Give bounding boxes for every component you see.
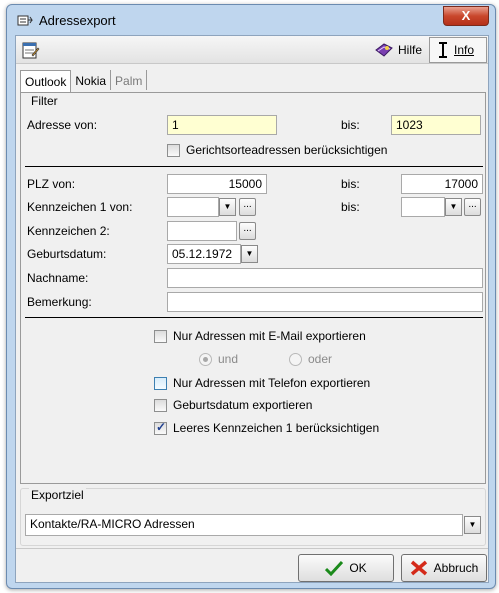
toolbar: Hilfe Info — [16, 36, 488, 64]
kennzeichen2-label: Kennzeichen 2: — [27, 224, 110, 238]
exportziel-select[interactable]: Kontakte/RA-MICRO Adressen — [25, 514, 463, 536]
email-checkbox[interactable] — [154, 329, 167, 343]
und-radio-row[interactable]: und — [199, 352, 238, 366]
ok-button[interactable]: OK — [298, 554, 394, 582]
gericht-label: Gerichtsorteadressen berücksichtigen — [186, 143, 388, 157]
bemerkung-input[interactable] — [167, 292, 483, 312]
telefon-checkbox-row[interactable]: Nur Adressen mit Telefon exportieren — [154, 376, 370, 390]
ok-label: OK — [349, 561, 367, 575]
exportziel-group-label: Exportziel — [29, 488, 86, 502]
email-checkbox-row[interactable]: Nur Adressen mit E-Mail exportieren — [154, 329, 366, 343]
dialog-client: Hilfe Info Outlook Nokia Palm Filter Adr… — [15, 35, 489, 583]
plz-bis-input[interactable]: 17000 — [401, 174, 483, 194]
chevron-down-icon[interactable]: ▼ — [219, 198, 236, 216]
ellipsis-icon[interactable]: ... — [464, 198, 481, 216]
info-button[interactable]: Info — [429, 37, 487, 63]
adresse-bis-input[interactable]: 1023 — [391, 115, 481, 135]
und-radio[interactable] — [199, 352, 212, 366]
divider — [25, 317, 483, 318]
chevron-down-icon[interactable]: ▼ — [241, 245, 258, 263]
kennzeichen1-bis-combo[interactable] — [401, 197, 445, 217]
chevron-down-icon[interactable]: ▼ — [464, 516, 481, 534]
address-export-icon — [17, 15, 33, 26]
abbruch-button[interactable]: Abbruch — [401, 554, 487, 582]
cross-icon — [410, 560, 427, 576]
close-button[interactable]: X — [443, 6, 489, 26]
leeres-kz-label: Leeres Kennzeichen 1 berücksichtigen — [173, 421, 380, 435]
kennzeichen1-von-combo[interactable] — [167, 197, 219, 217]
ellipsis-icon[interactable]: ... — [239, 198, 256, 216]
gericht-checkbox-row[interactable]: Gerichtsorteadressen berücksichtigen — [167, 143, 387, 157]
geburtsdatum-export-checkbox-row[interactable]: Geburtsdatum exportieren — [154, 398, 312, 412]
tab-outlook[interactable]: Outlook — [20, 70, 72, 93]
gericht-checkbox[interactable] — [167, 143, 180, 157]
outlook-panel: Filter Adresse von: 1 bis: 1023 Gerichts… — [20, 92, 486, 484]
plz-bis-label: bis: — [341, 177, 360, 191]
oder-label: oder — [308, 352, 333, 366]
info-icon — [439, 42, 447, 58]
exportziel-group: Exportziel Kontakte/RA-MICRO Adressen ▼ — [20, 488, 486, 546]
oder-radio[interactable] — [289, 352, 302, 366]
oder-radio-row[interactable]: oder — [289, 352, 332, 366]
nachname-input[interactable] — [167, 268, 483, 288]
geburtsdatum-input[interactable]: 05.12.1972 — [167, 244, 241, 264]
help-book-icon — [375, 43, 393, 57]
kennzeichen2-input[interactable] — [167, 221, 237, 241]
divider — [25, 166, 483, 167]
button-bar: OK Abbruch — [16, 548, 488, 584]
notepad-icon[interactable] — [20, 40, 40, 60]
help-label: Hilfe — [398, 43, 423, 57]
plz-von-label: PLZ von: — [27, 177, 76, 191]
email-label: Nur Adressen mit E-Mail exportieren — [173, 329, 366, 343]
telefon-label: Nur Adressen mit Telefon exportieren — [173, 376, 371, 390]
geburtsdatum-export-label: Geburtsdatum exportieren — [173, 398, 313, 412]
help-button[interactable]: Hilfe — [374, 41, 422, 59]
geburtsdatum-export-checkbox[interactable] — [154, 398, 167, 412]
abbruch-label: Abbruch — [433, 561, 479, 575]
tab-strip: Outlook Nokia Palm — [20, 70, 148, 93]
kennzeichen1-von-label: Kennzeichen 1 von: — [27, 200, 133, 214]
filter-group-label: Filter — [29, 94, 60, 108]
tab-nokia[interactable]: Nokia — [71, 70, 112, 90]
window-title: Adressexport — [39, 13, 116, 28]
leeres-kz-checkbox-row[interactable]: Leeres Kennzeichen 1 berücksichtigen — [154, 420, 380, 435]
bemerkung-label: Bemerkung: — [27, 295, 92, 309]
ellipsis-icon[interactable]: ... — [239, 222, 256, 240]
checkmark-icon — [325, 560, 344, 576]
adresse-von-input[interactable]: 1 — [167, 115, 277, 135]
plz-von-input[interactable]: 15000 — [167, 174, 267, 194]
nachname-label: Nachname: — [27, 271, 89, 285]
tab-palm[interactable]: Palm — [111, 70, 148, 90]
dialog-window: Adressexport X Hilfe Info Outlook Nokia … — [6, 4, 496, 589]
geburtsdatum-label: Geburtsdatum: — [27, 247, 107, 261]
telefon-checkbox[interactable] — [154, 376, 167, 390]
adresse-bis-label: bis: — [341, 118, 360, 132]
und-label: und — [218, 352, 239, 366]
leeres-kz-checkbox[interactable] — [154, 420, 167, 435]
title-bar[interactable]: Adressexport X — [7, 5, 495, 35]
kennzeichen1-bis-label: bis: — [341, 200, 360, 214]
info-label: Info — [454, 43, 475, 57]
chevron-down-icon[interactable]: ▼ — [445, 198, 462, 216]
adresse-von-label: Adresse von: — [27, 118, 98, 132]
